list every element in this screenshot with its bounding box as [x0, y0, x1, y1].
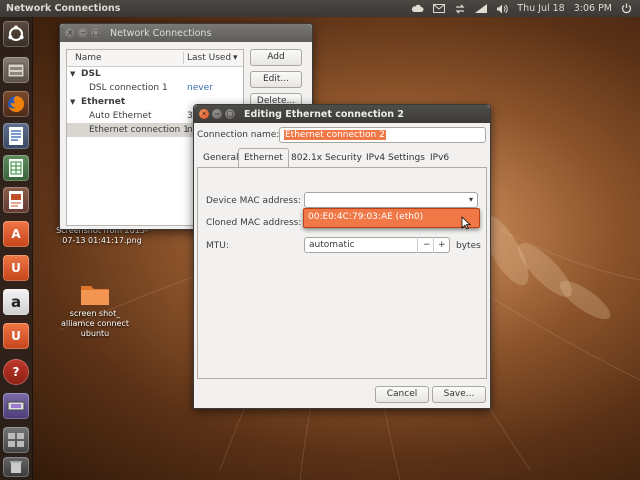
- ubuntu-logo-icon[interactable]: [3, 21, 29, 47]
- dropdown-option[interactable]: 00:E0:4C:79:03:AE (eth0): [308, 212, 423, 222]
- close-icon[interactable]: ✕: [199, 109, 209, 119]
- volume-icon[interactable]: [496, 4, 508, 14]
- connection-name: DSL connection 1: [89, 83, 168, 93]
- connection-name: Auto Ethernet: [89, 111, 152, 121]
- cloned-mac-label: Cloned MAC address:: [206, 218, 302, 228]
- dropdown-arrow-icon[interactable]: ▾: [469, 193, 473, 207]
- mtu-unit: bytes: [456, 241, 481, 251]
- tab-8021x-security[interactable]: 802.1x Security: [286, 149, 367, 167]
- connection-last-used: 3: [187, 111, 193, 121]
- device-mac-combobox[interactable]: ▾: [304, 192, 478, 208]
- mac-dropdown-menu: 00:E0:4C:79:03:AE (eth0): [303, 208, 480, 230]
- column-divider: [183, 52, 184, 64]
- mtu-label: MTU:: [206, 241, 229, 251]
- tab-bar: General Ethernet 802.1x Security IPv4 Se…: [197, 148, 487, 181]
- mtu-decrement-button[interactable]: −: [423, 238, 431, 252]
- spin-divider: [433, 237, 434, 253]
- panel-date[interactable]: Thu Jul 18: [517, 3, 564, 14]
- close-icon[interactable]: ✕: [65, 28, 75, 38]
- connection-name-label: Connection name:: [197, 130, 280, 140]
- connection-name: Ethernet connection 1: [89, 125, 189, 135]
- writer-icon[interactable]: [3, 123, 29, 149]
- add-button[interactable]: Add: [250, 49, 302, 66]
- minimize-icon[interactable]: −: [212, 109, 222, 119]
- unity-launcher: A U a U ?: [0, 17, 33, 480]
- files-icon[interactable]: [3, 57, 29, 83]
- group-label: Ethernet: [81, 97, 126, 107]
- sort-arrow-icon: ▾: [233, 53, 238, 63]
- spin-divider: [417, 237, 418, 253]
- system-tray: Thu Jul 18 3:06 PM: [411, 3, 640, 14]
- ubuntu-one-music-icon[interactable]: U: [3, 323, 29, 349]
- tab-ipv4-settings[interactable]: IPv4 Settings: [361, 149, 430, 167]
- top-panel: Network Connections Thu Jul 18 3:06 PM: [0, 0, 640, 17]
- power-icon[interactable]: [621, 3, 632, 14]
- connection-last-used: never: [187, 83, 213, 93]
- mtu-spinbox[interactable]: automatic − +: [304, 237, 450, 253]
- ubuntu-one-icon[interactable]: U: [3, 255, 29, 281]
- minimize-icon[interactable]: −: [78, 28, 88, 38]
- edit-button[interactable]: Edit...: [250, 71, 302, 88]
- tab-general[interactable]: General: [198, 149, 243, 167]
- save-button[interactable]: Save...: [432, 386, 486, 403]
- editing-connection-dialog: ✕ − □ Editing Ethernet connection 2 Conn…: [193, 104, 491, 409]
- ethernet-tab-panel: Device MAC address: ▾ Cloned MAC address…: [197, 167, 487, 379]
- maximize-icon[interactable]: □: [225, 109, 235, 119]
- editing-dialog-titlebar[interactable]: ✕ − □ Editing Ethernet connection 2: [194, 105, 490, 123]
- wifi-icon[interactable]: [475, 3, 488, 14]
- mail-icon[interactable]: [433, 4, 446, 13]
- connection-name-value: Ethernet connection 2: [284, 130, 386, 140]
- connection-name-input[interactable]: Ethernet connection 2: [279, 127, 486, 143]
- maximize-icon[interactable]: □: [91, 28, 101, 38]
- trash-icon[interactable]: [3, 457, 29, 477]
- network-connections-titlebar[interactable]: ✕ − □ Network Connections: [60, 24, 312, 42]
- firefox-icon[interactable]: [3, 91, 29, 117]
- calc-icon[interactable]: [3, 155, 29, 181]
- software-center-icon[interactable]: A: [3, 221, 29, 247]
- editing-dialog-title: Editing Ethernet connection 2: [244, 108, 404, 120]
- desktop-folder-label: screen shot_ alliamce connect ubuntu: [60, 309, 130, 338]
- expander-down-icon[interactable]: ▼: [70, 67, 75, 81]
- column-last-used[interactable]: Last Used: [187, 50, 231, 66]
- group-label: DSL: [81, 69, 101, 79]
- network-connections-title: Network Connections: [110, 27, 212, 39]
- column-name[interactable]: Name: [75, 50, 102, 66]
- cloud-icon[interactable]: [411, 4, 424, 13]
- expander-down-icon[interactable]: ▼: [70, 95, 75, 109]
- panel-clock[interactable]: 3:06 PM: [574, 3, 612, 14]
- help-icon[interactable]: ?: [3, 359, 29, 385]
- folder-icon: [81, 286, 109, 305]
- mtu-value: automatic: [309, 240, 355, 250]
- workspace-icon[interactable]: [3, 427, 29, 453]
- amazon-icon[interactable]: a: [3, 289, 29, 315]
- desktop-folder[interactable]: screen shot_ alliamce connect ubuntu: [52, 282, 138, 339]
- keyboard-arrows-icon[interactable]: [454, 4, 466, 14]
- tab-ethernet[interactable]: Ethernet: [238, 148, 289, 168]
- tab-ipv6-settings[interactable]: IPv6 Settings: [425, 149, 487, 181]
- update-icon[interactable]: [3, 393, 29, 419]
- impress-icon[interactable]: [3, 187, 29, 213]
- cancel-button[interactable]: Cancel: [375, 386, 429, 403]
- device-mac-label: Device MAC address:: [206, 196, 301, 206]
- mouse-cursor-icon: [461, 216, 471, 230]
- mtu-increment-button[interactable]: +: [438, 238, 446, 252]
- panel-app-title: Network Connections: [6, 3, 121, 14]
